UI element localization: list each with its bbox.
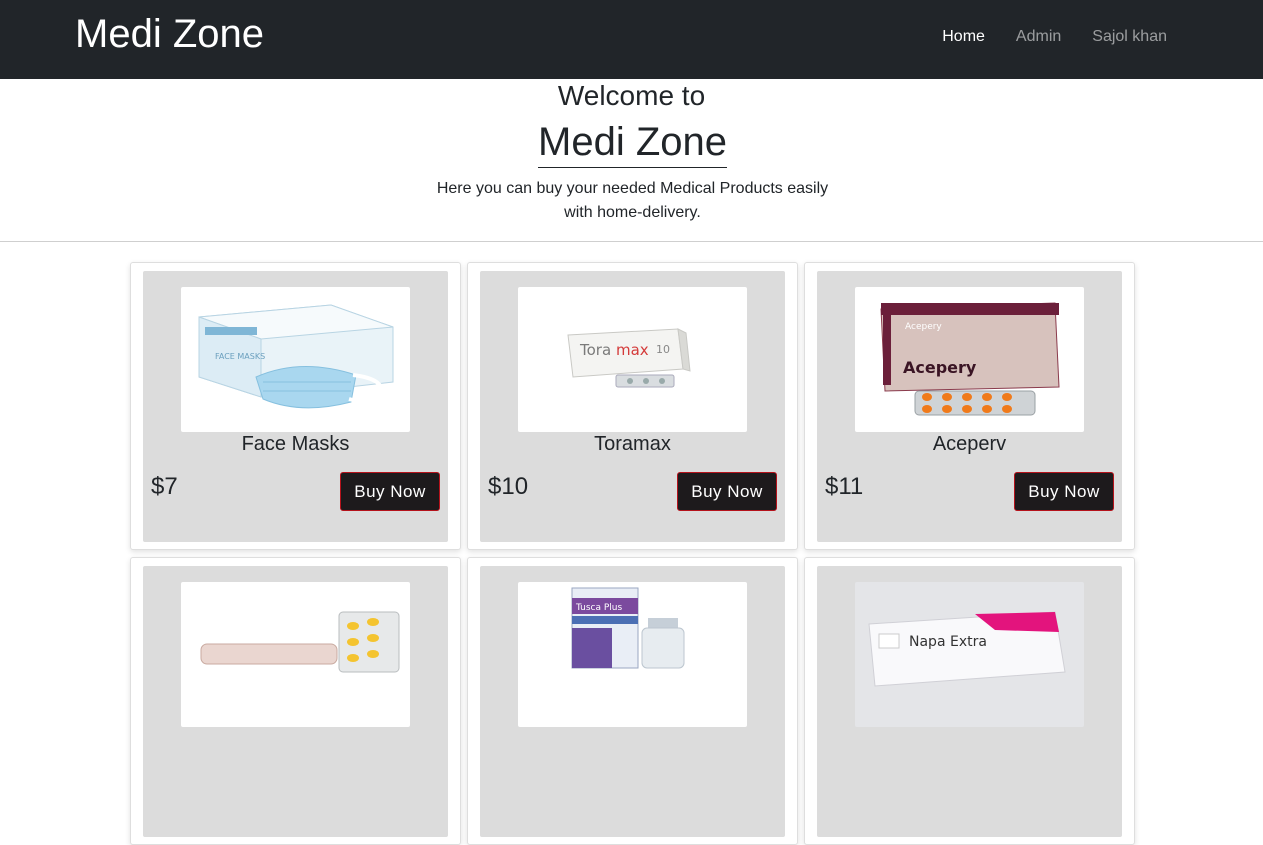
hero-welcome: Welcome to: [557, 80, 706, 111]
svg-text:Tora: Tora: [579, 341, 611, 359]
product-card: [130, 557, 461, 845]
buy-now-button[interactable]: Buy Now: [1014, 472, 1114, 511]
brand-logo[interactable]: Medi Zone: [75, 12, 264, 57]
svg-text:Tusca Plus: Tusca Plus: [575, 603, 622, 613]
buy-now-button[interactable]: Buy Now: [677, 472, 777, 511]
svg-text:Acepery: Acepery: [905, 322, 942, 332]
tablet-strip-image: [181, 582, 410, 727]
product-card-body: Tusca Plus: [480, 566, 785, 837]
nav-home[interactable]: Home: [942, 28, 985, 46]
product-card-body: FACE MASKS Face Masks $7 Buy Now: [143, 271, 448, 542]
hero-subtitle: Here you can buy your needed Medical Pro…: [436, 180, 829, 221]
product-card-body: Tora max 10 Toramax $10 Buy Now: [480, 271, 785, 542]
product-name: Face Masks: [241, 433, 350, 455]
product-card: FACE MASKS Face Masks $7 Buy Now: [130, 262, 461, 550]
napa-extra-box-image: Napa Extra: [855, 582, 1084, 727]
svg-text:max: max: [616, 341, 649, 359]
hero-section: Welcome to Medi Zone Here you can buy yo…: [0, 79, 1263, 242]
product-card: Acepery Acepery Aceperv $11 Buy Now: [804, 262, 1135, 550]
product-card: Napa Extra: [804, 557, 1135, 845]
product-card-body: Acepery Acepery Aceperv $11 Buy Now: [817, 271, 1122, 542]
product-name: Toramax: [594, 433, 671, 455]
buy-now-button[interactable]: Buy Now: [340, 472, 440, 511]
hero-title: Medi Zone: [538, 120, 727, 168]
nav-links: Home Admin Sajol khan: [942, 28, 1167, 46]
tusca-plus-box-image: Tusca Plus: [518, 582, 747, 727]
nav-user[interactable]: Sajol khan: [1092, 28, 1167, 46]
navbar: Medi Zone Home Admin Sajol khan: [0, 0, 1263, 79]
product-card: Tusca Plus: [467, 557, 798, 845]
product-price: $10: [488, 473, 529, 500]
svg-text:10: 10: [656, 343, 670, 356]
svg-text:Acepery: Acepery: [903, 358, 977, 377]
nav-admin[interactable]: Admin: [1016, 28, 1061, 46]
svg-text:FACE MASKS: FACE MASKS: [215, 352, 265, 361]
product-price: $7: [151, 473, 178, 500]
product-name: Aceperv: [932, 433, 1007, 455]
product-card: Tora max 10 Toramax $10 Buy Now: [467, 262, 798, 550]
face-masks-box-image: FACE MASKS: [181, 287, 410, 432]
product-card-body: [143, 566, 448, 837]
product-price: $11: [825, 473, 864, 500]
toramax-box-image: Tora max 10: [518, 287, 747, 432]
acepery-box-image: Acepery Acepery: [855, 287, 1084, 432]
product-card-body: Napa Extra: [817, 566, 1122, 837]
svg-text:Napa Extra: Napa Extra: [909, 634, 987, 650]
